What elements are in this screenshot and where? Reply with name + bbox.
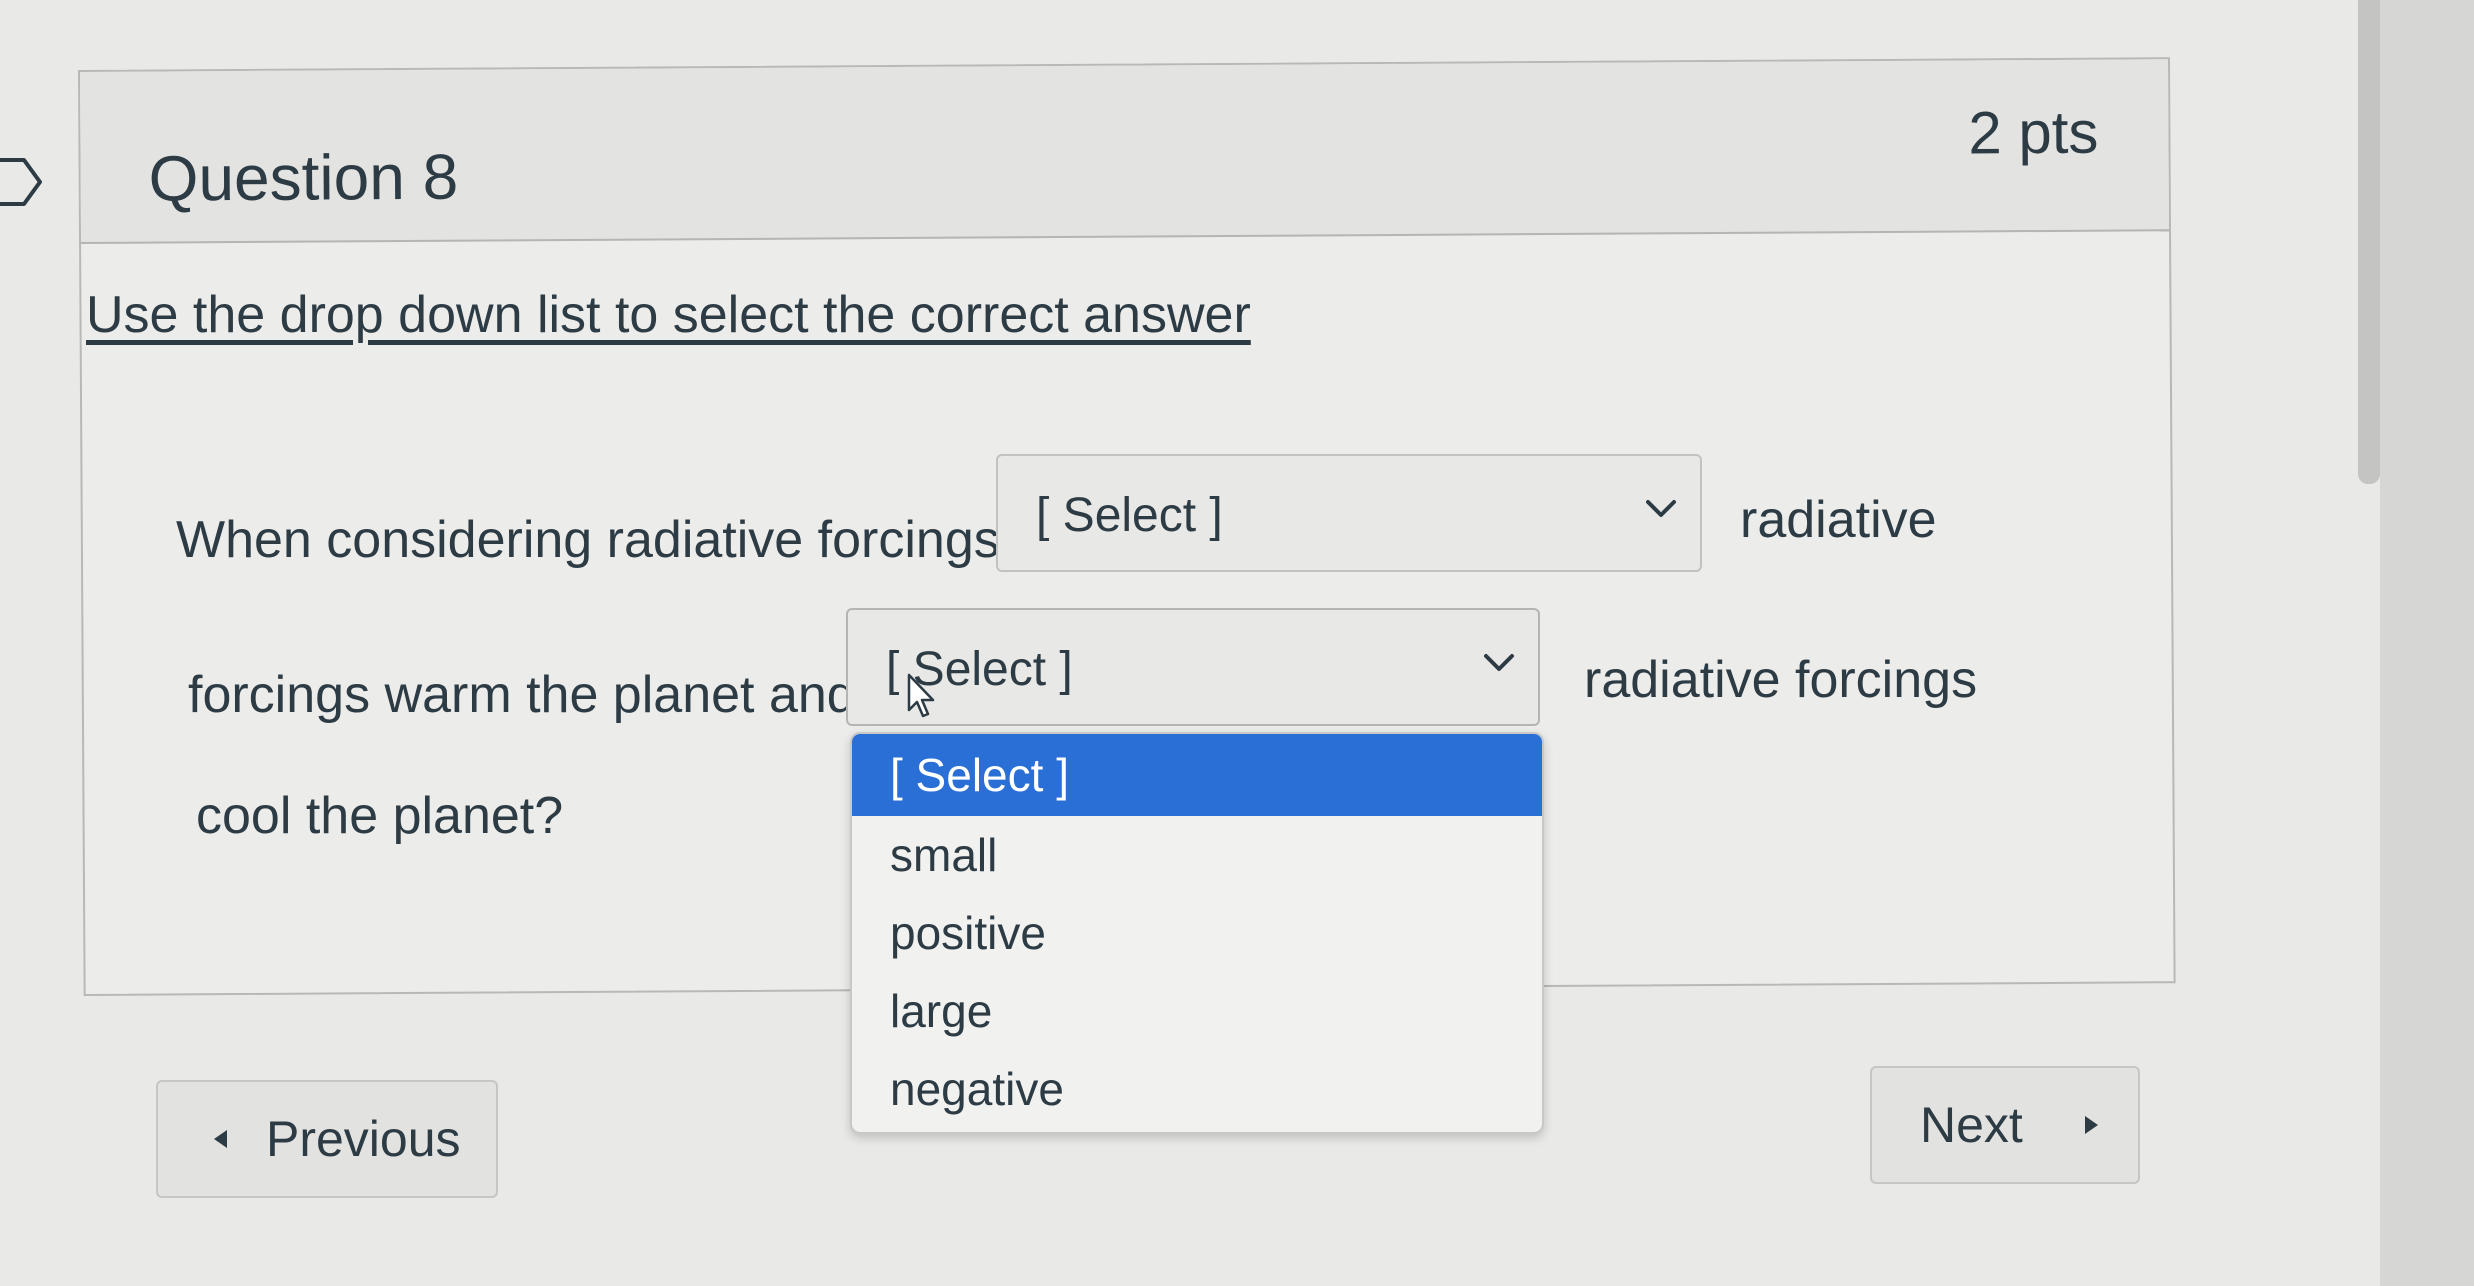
scrollbar-thumb[interactable]	[2358, 0, 2380, 484]
caret-right-icon	[2085, 1116, 2098, 1134]
dropdown-option-negative[interactable]: negative	[852, 1050, 1542, 1128]
select-1-value: [ Select ]	[1036, 489, 1223, 542]
question-points: 2 pts	[1968, 98, 2099, 167]
question-text-part-5: cool the planet?	[196, 787, 564, 845]
previous-button[interactable]: Previous	[156, 1080, 498, 1198]
chevron-down-icon	[1646, 500, 1676, 517]
next-button[interactable]: Next	[1870, 1066, 2140, 1184]
answer-select-1[interactable]: [ Select ]	[996, 454, 1702, 572]
scrollbar-track[interactable]	[2380, 0, 2474, 1286]
question-text-part-1: When considering radiative forcings	[176, 511, 1000, 569]
instruction-text: Use the drop down list to select the cor…	[86, 286, 1251, 344]
question-text-part-2: radiative	[1740, 491, 1937, 549]
answer-select-2[interactable]: [ Select ]	[846, 608, 1540, 726]
previous-button-label: Previous	[266, 1111, 461, 1167]
caret-left-icon	[214, 1130, 227, 1148]
dropdown-option-large[interactable]: large	[852, 972, 1542, 1050]
next-button-label: Next	[1920, 1097, 2023, 1153]
chevron-down-icon	[1484, 654, 1514, 671]
question-text-part-4: radiative forcings	[1584, 651, 1978, 709]
mouse-pointer-icon	[907, 673, 935, 718]
select-dropdown-list[interactable]: [ Select ] small positive large negative	[850, 732, 1544, 1134]
question-header: Question 8 2 pts	[80, 59, 2170, 244]
dropdown-option-positive[interactable]: positive	[852, 894, 1542, 972]
bookmark-flag-icon[interactable]	[0, 156, 44, 208]
dropdown-option-small[interactable]: small	[852, 816, 1542, 894]
question-title: Question 8	[148, 140, 459, 215]
question-text-part-3: forcings warm the planet and	[188, 666, 856, 724]
dropdown-option-select[interactable]: [ Select ]	[852, 734, 1542, 816]
